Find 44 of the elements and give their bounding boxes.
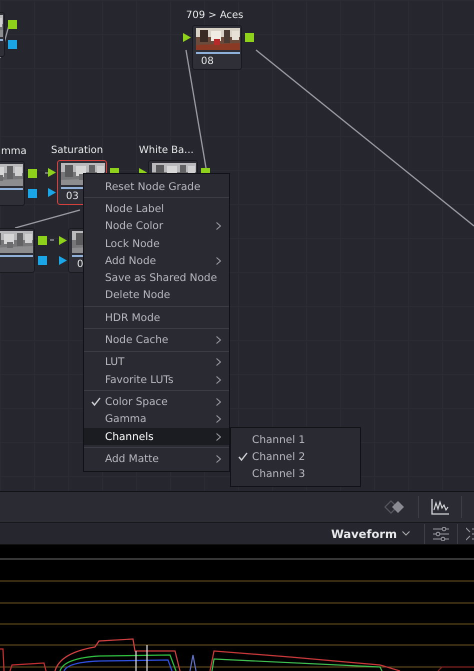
menu-item[interactable]: HDR Mode <box>84 309 229 326</box>
node-number: 03 <box>66 191 79 202</box>
menu-item[interactable]: Gamma <box>84 410 229 428</box>
menu-item[interactable]: Add Matte <box>84 450 229 468</box>
node-label: Saturation <box>51 145 104 156</box>
node-number: 0 <box>77 259 84 270</box>
chevron-icon <box>216 336 221 344</box>
menu-item[interactable]: Favorite LUTs <box>84 370 229 388</box>
menu-item[interactable]: Color Space <box>84 393 229 411</box>
chevron-icon <box>216 398 221 406</box>
menu-item[interactable]: Save as Shared Node <box>84 269 229 287</box>
node-label: 709 > Aces <box>186 10 244 21</box>
chevron-icon <box>216 358 221 366</box>
chevron-icon <box>216 256 221 265</box>
collapse-icon[interactable] <box>466 526 474 540</box>
menu-item[interactable]: Lock Node <box>84 234 229 252</box>
scope-icon[interactable] <box>431 499 449 515</box>
menu-item[interactable]: LUT <box>84 354 229 371</box>
scope-mode-dropdown[interactable]: Waveform <box>325 526 416 540</box>
connection-line <box>50 239 54 241</box>
chevron-icon <box>216 432 221 440</box>
menu-item[interactable]: Channels <box>84 428 229 446</box>
menu-item[interactable]: Channel 3 <box>231 466 360 483</box>
menu-item[interactable]: Add Node <box>84 252 229 270</box>
chevron-icon <box>216 415 221 424</box>
node-number: 08 <box>201 56 214 67</box>
menu-item[interactable]: Channel 1 <box>231 431 360 448</box>
node-label: White Ba... <box>138 145 194 156</box>
menu-item[interactable]: Node Cache <box>84 331 229 349</box>
caret-icon <box>402 531 410 536</box>
menu-item[interactable]: Node Color <box>84 218 229 235</box>
menu-item[interactable]: Channel 2 <box>231 448 360 466</box>
check-icon <box>91 397 101 406</box>
menu-item[interactable]: Delete Node <box>84 286 229 304</box>
chevron-icon <box>216 454 221 463</box>
chevron-icon <box>216 222 221 230</box>
check-icon <box>238 452 248 462</box>
connection-line <box>14 209 80 229</box>
node[interactable]: 08 <box>192 25 242 70</box>
node[interactable] <box>0 228 35 273</box>
chevron-icon <box>216 376 221 384</box>
node-label: mma <box>1 146 27 157</box>
settings-icon[interactable] <box>433 526 449 540</box>
keyframe-icon[interactable] <box>384 500 406 514</box>
